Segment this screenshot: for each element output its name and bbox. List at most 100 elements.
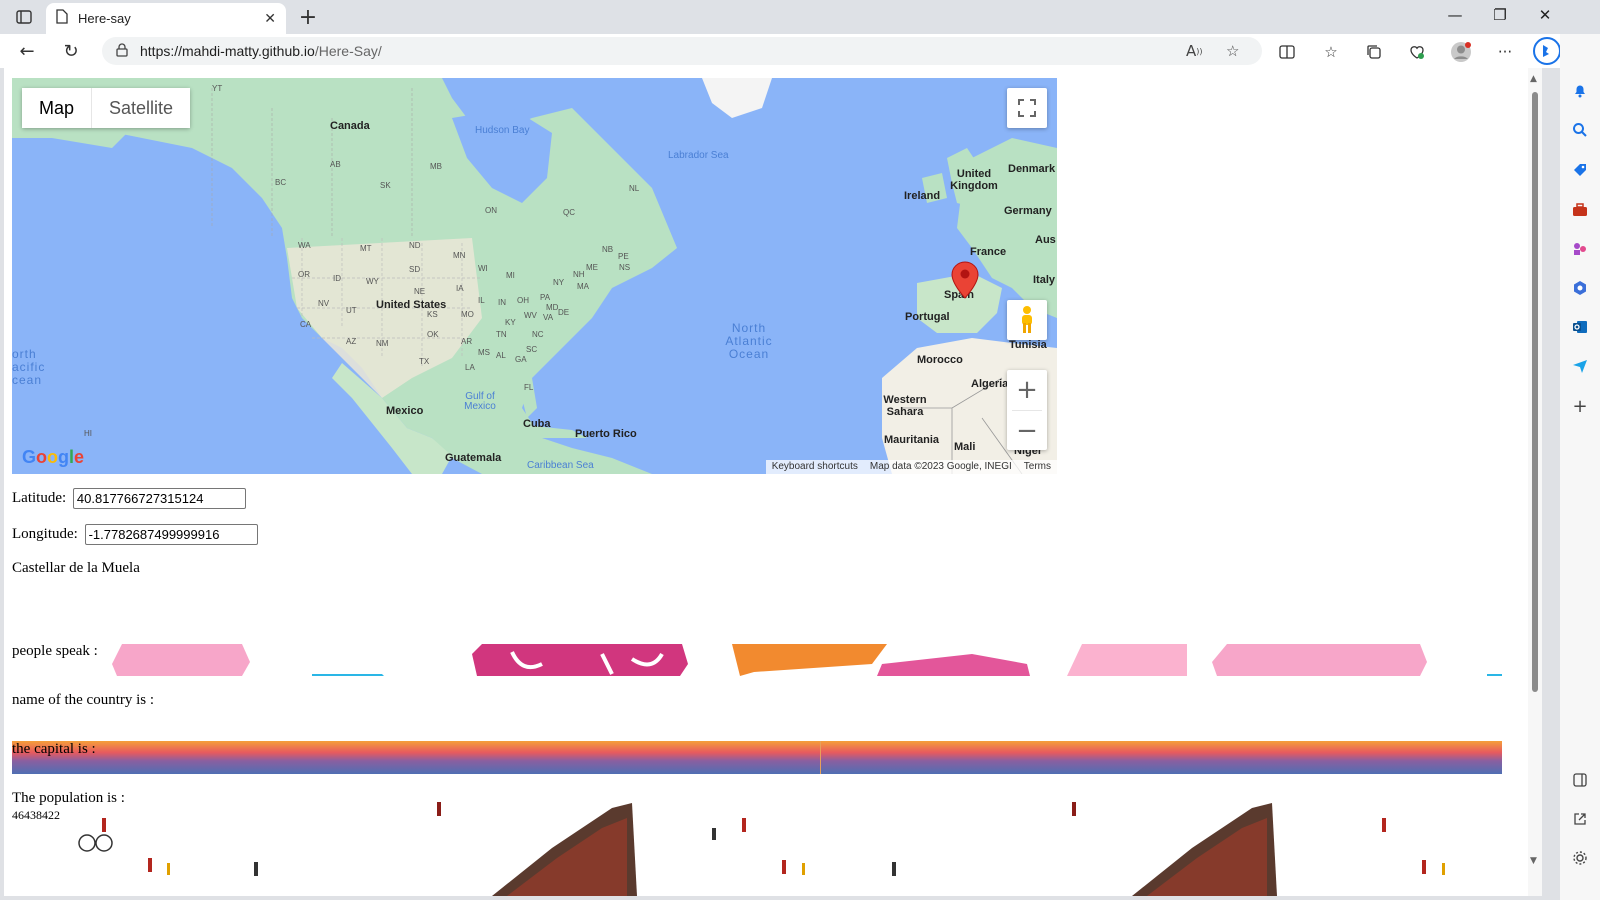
drop-send-icon[interactable]	[1570, 356, 1590, 376]
map-label-puerto-rico: Puerto Rico	[575, 428, 637, 440]
tab-actions-icon[interactable]	[12, 6, 36, 28]
map-label-hudson-bay: Hudson Bay	[475, 125, 530, 136]
back-icon[interactable]: ←	[14, 39, 40, 63]
minimize-icon[interactable]: —	[1440, 6, 1470, 24]
map-label-labrador-sea: Labrador Sea	[668, 150, 729, 161]
map-label-il: IL	[478, 296, 485, 305]
country-name-label: name of the country is :	[12, 692, 155, 708]
map-label-caribbean-sea: Caribbean Sea	[527, 460, 594, 471]
browser-essentials-icon[interactable]	[1406, 41, 1428, 63]
location-marker-icon[interactable]	[951, 261, 979, 303]
map-label-in: IN	[498, 298, 506, 307]
map-label-oh: OH	[517, 296, 529, 305]
profile-avatar-icon[interactable]	[1450, 41, 1472, 63]
sunset-banner-image	[12, 741, 1502, 774]
map-label-pa: PA	[540, 293, 551, 302]
map-label-algeria: Algeria	[971, 378, 1009, 390]
lock-icon[interactable]	[116, 42, 128, 61]
map-type-satellite-button[interactable]: Satellite	[92, 88, 191, 128]
hide-sidebar-icon[interactable]	[1570, 770, 1590, 790]
map-label-yt: YT	[212, 84, 223, 93]
new-tab-icon[interactable]: +	[296, 5, 320, 30]
tools-briefcase-icon[interactable]	[1570, 200, 1590, 220]
map-label-la: LA	[465, 363, 475, 372]
map-label-bc: BC	[275, 178, 287, 187]
outlook-icon[interactable]	[1570, 317, 1590, 337]
map-label-or: OR	[298, 270, 310, 279]
map-label-ny: NY	[553, 278, 565, 287]
longitude-input[interactable]	[84, 524, 258, 545]
map-label-germany: Germany	[1004, 205, 1052, 217]
zoom-out-icon[interactable]: −	[1016, 411, 1038, 450]
map-label-ca: CA	[300, 320, 312, 329]
collections-icon[interactable]	[1363, 41, 1385, 63]
map-label-france: France	[970, 246, 1007, 258]
scroll-down-arrow-icon[interactable]: ▼	[1530, 856, 1537, 866]
address-bar[interactable]: https://mahdi-matty.github.io/Here-Say/ …	[102, 37, 1262, 65]
hello-banner-image	[12, 644, 1502, 676]
people-speak-label: people speak :	[12, 643, 98, 659]
close-tab-icon[interactable]: ✕	[264, 11, 276, 27]
map-label-tunisia: Tunisia	[1009, 339, 1047, 351]
place-name: Castellar de la Muela	[12, 560, 140, 576]
map-label-mexico: Mexico	[386, 405, 424, 417]
map-label-hi: HI	[84, 429, 92, 438]
map-label-ireland: Ireland	[904, 190, 941, 202]
shopping-tag-icon[interactable]	[1570, 160, 1590, 180]
favorite-star-icon[interactable]: ☆	[1226, 37, 1239, 65]
map-label-ar: AR	[461, 337, 473, 346]
browser-tab[interactable]: Here-say ✕	[46, 3, 286, 34]
fullscreen-icon[interactable]	[1007, 88, 1047, 128]
scrollbar-thumb[interactable]	[1532, 92, 1538, 692]
longitude-row: Longitude:	[12, 524, 258, 545]
map-label-united-kingdom: United Kingdom	[950, 168, 998, 192]
settings-gear-icon[interactable]	[1570, 848, 1590, 868]
google-logo[interactable]: Google	[22, 447, 84, 468]
map-label-ky: KY	[505, 318, 516, 327]
bing-chat-icon[interactable]	[1532, 36, 1562, 66]
map-label-ga: GA	[515, 355, 527, 364]
map-label-wy: WY	[366, 277, 379, 286]
microsoft-365-icon[interactable]	[1570, 278, 1590, 298]
map-label-me: ME	[586, 263, 598, 272]
map-data-attribution: Map data ©2023 Google, INEGI	[869, 461, 1012, 472]
map-label-al: AL	[496, 351, 506, 360]
map-label-western-sahara: Western Sahara	[883, 394, 927, 418]
map-label-north-pacific: orth acific cean	[12, 347, 46, 387]
split-screen-icon[interactable]	[1276, 41, 1298, 63]
zoom-in-icon[interactable]: +	[1016, 370, 1038, 410]
games-icon[interactable]	[1570, 239, 1590, 259]
street-view-pegman-icon[interactable]	[1007, 300, 1047, 340]
keyboard-shortcuts-link[interactable]: Keyboard shortcuts	[766, 460, 864, 474]
more-options-icon[interactable]: ···	[1494, 41, 1516, 63]
add-sidebar-app-icon[interactable]: +	[1570, 396, 1590, 417]
map-label-qc: QC	[563, 208, 575, 217]
refresh-icon[interactable]: ↻	[58, 39, 84, 63]
map-label-pe: PE	[618, 252, 629, 261]
map-label-nl: NL	[629, 184, 640, 193]
map-label-id: ID	[333, 274, 341, 283]
sunset-seam	[820, 741, 821, 774]
latitude-label: Latitude:	[12, 489, 67, 506]
map-type-map-button[interactable]: Map	[22, 88, 92, 128]
map-label-on: ON	[485, 206, 497, 215]
map-label-nm: NM	[376, 339, 389, 348]
tab-strip: Here-say ✕ + — ❐ ✕	[0, 0, 1600, 34]
terms-link[interactable]: Terms	[1018, 460, 1057, 474]
restore-icon[interactable]: ❐	[1485, 6, 1515, 24]
close-window-icon[interactable]: ✕	[1530, 6, 1560, 24]
google-map[interactable]: YT Canada Hudson Bay Labrador Sea BC AB …	[12, 78, 1057, 474]
read-aloud-icon[interactable]: A))	[1186, 37, 1203, 65]
notifications-bell-icon[interactable]	[1570, 80, 1590, 100]
page-viewport: YT Canada Hudson Bay Labrador Sea BC AB …	[4, 68, 1528, 896]
map-label-ks: KS	[427, 310, 438, 319]
page-scrollbar[interactable]: ▲ ▼	[1528, 68, 1542, 896]
open-external-icon[interactable]	[1570, 809, 1590, 829]
favorites-icon[interactable]: ☆	[1320, 41, 1342, 63]
search-icon[interactable]	[1570, 120, 1590, 140]
map-label-ut: UT	[346, 306, 357, 315]
map-label-nd: ND	[409, 241, 421, 250]
scroll-up-arrow-icon[interactable]: ▲	[1530, 74, 1537, 84]
map-label-wv: WV	[524, 311, 537, 320]
latitude-input[interactable]	[72, 488, 246, 509]
